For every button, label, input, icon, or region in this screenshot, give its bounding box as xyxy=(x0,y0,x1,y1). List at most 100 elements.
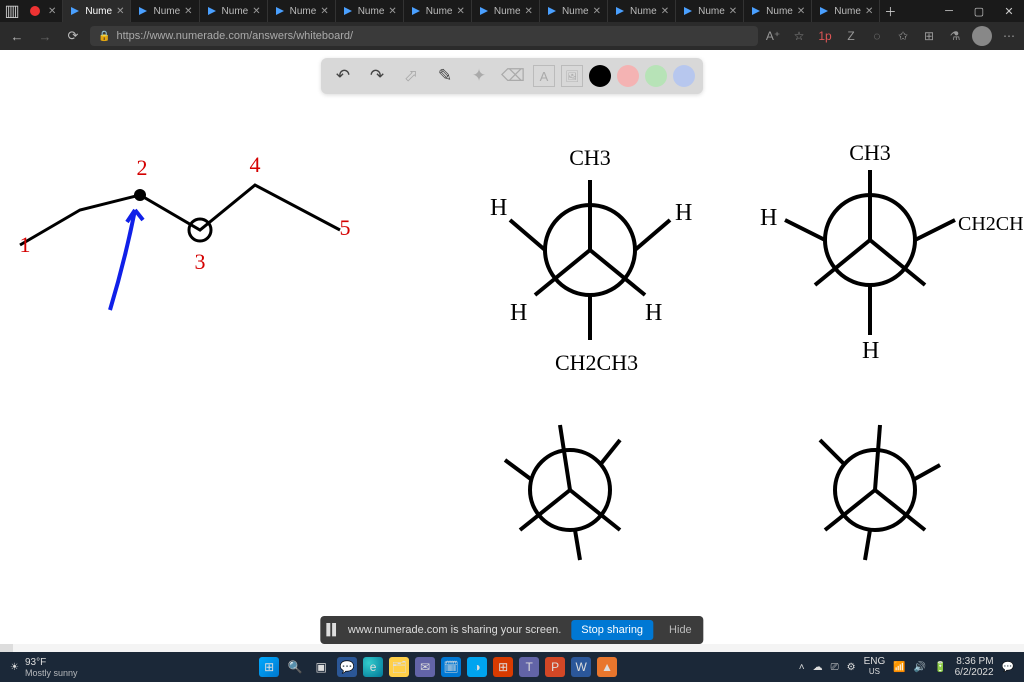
numerade-icon xyxy=(546,5,558,17)
app-icon[interactable]: 💬 xyxy=(337,657,357,677)
ext-icon[interactable]: Z xyxy=(842,27,860,45)
whiteboard-canvas[interactable]: ↶ ↷ ⬀ ✎ ✦ ⌫ A 🖼 xyxy=(0,50,1024,652)
tab-numerade[interactable]: Nume✕ xyxy=(676,0,744,22)
read-aloud-icon[interactable]: A⁺ xyxy=(764,27,782,45)
battery-icon[interactable]: 🔋 xyxy=(934,662,946,673)
scrollbar[interactable] xyxy=(0,644,1024,652)
search-button[interactable]: 🔍 xyxy=(285,657,305,677)
share-text: www.numerade.com is sharing your screen. xyxy=(348,624,561,636)
app-icon[interactable]: ▲ xyxy=(597,657,617,677)
close-icon[interactable]: ✕ xyxy=(320,6,328,17)
carbon-2-dot xyxy=(134,189,146,201)
minimize-button[interactable]: ─ xyxy=(934,0,964,22)
tab-numerade[interactable]: Nume✕ xyxy=(608,0,676,22)
close-icon[interactable]: ✕ xyxy=(48,6,56,17)
window-titlebar: ▥ ✕ Nume ✕ Nume✕ Nume✕ Nume✕ Nume✕ Nume✕… xyxy=(0,0,1024,22)
ext-icon[interactable]: ⚗ xyxy=(946,27,964,45)
tab-numerade[interactable]: Nume ✕ xyxy=(812,0,880,22)
numerade-icon xyxy=(818,5,830,17)
task-view-button[interactable]: ▣ xyxy=(311,657,331,677)
tab-numerade[interactable]: Nume✕ xyxy=(540,0,608,22)
tab-numerade-1[interactable]: Nume ✕ xyxy=(63,0,131,22)
ext-icon[interactable]: 1p xyxy=(816,27,834,45)
newman-projection-4 xyxy=(820,425,940,560)
app-icon[interactable]: ⊞ xyxy=(493,657,513,677)
numerade-icon xyxy=(342,5,354,17)
numerade-icon xyxy=(69,5,81,17)
forward-button[interactable]: → xyxy=(34,25,56,47)
app-icon[interactable]: 🗓 xyxy=(441,657,461,677)
edge-icon[interactable]: e xyxy=(363,657,383,677)
close-icon[interactable]: ✕ xyxy=(525,6,533,17)
collections-icon[interactable]: ⊞ xyxy=(920,27,938,45)
hide-share-bar-button[interactable]: Hide xyxy=(663,620,698,640)
file-explorer-icon[interactable]: 🗂 xyxy=(389,657,409,677)
tray-icon[interactable]: ⚙ xyxy=(847,662,856,673)
tab-label: Nume xyxy=(834,6,861,17)
back-button[interactable]: ← xyxy=(6,25,28,47)
powerpoint-icon[interactable]: P xyxy=(545,657,565,677)
close-icon[interactable]: ✕ xyxy=(116,6,124,17)
input-lang[interactable]: ENG xyxy=(864,657,886,667)
url-field[interactable]: 🔒 https://www.numerade.com/answers/white… xyxy=(90,26,758,46)
close-icon[interactable]: ✕ xyxy=(797,6,805,17)
tab-numerade[interactable]: Nume✕ xyxy=(472,0,540,22)
close-icon[interactable]: ✕ xyxy=(456,6,464,17)
refresh-button[interactable]: ⟳ xyxy=(62,25,84,47)
more-icon[interactable]: ⋯ xyxy=(1000,27,1018,45)
carbon-label-4: 4 xyxy=(250,152,261,178)
carbon-label-3: 3 xyxy=(195,249,206,275)
tab-actions-icon[interactable]: ▥ xyxy=(0,0,24,22)
weather-widget[interactable]: ☀ 93°F Mostly sunny xyxy=(0,657,88,678)
app-icon[interactable]: T xyxy=(519,657,539,677)
label-h: H xyxy=(645,300,662,326)
notifications-icon[interactable]: 💬 xyxy=(1002,662,1014,673)
tab-recording[interactable]: ✕ xyxy=(24,0,63,22)
tab-numerade[interactable]: Nume✕ xyxy=(336,0,404,22)
tab-numerade[interactable]: Nume✕ xyxy=(200,0,268,22)
close-icon[interactable]: ✕ xyxy=(252,6,260,17)
newman-projection-3 xyxy=(505,425,620,560)
tray-chevron-icon[interactable]: ˄ xyxy=(799,662,805,673)
tab-label: Nume xyxy=(222,6,249,17)
profile-icon[interactable] xyxy=(972,26,992,46)
wifi-icon[interactable]: 📶 xyxy=(893,662,905,673)
record-icon xyxy=(30,6,40,16)
carbon-label-5: 5 xyxy=(340,215,351,241)
maximize-button[interactable]: ▢ xyxy=(964,0,994,22)
close-icon[interactable]: ✕ xyxy=(184,6,192,17)
favorites-bar-icon[interactable]: ✩ xyxy=(894,27,912,45)
tab-numerade[interactable]: Nume✕ xyxy=(744,0,812,22)
tray-icon[interactable]: ⎚ xyxy=(831,662,839,673)
tab-numerade[interactable]: Nume✕ xyxy=(268,0,336,22)
close-icon[interactable]: ✕ xyxy=(593,6,601,17)
volume-icon[interactable]: 🔊 xyxy=(914,662,926,673)
extension-tray: A⁺ ☆ 1p Z ◌ ✩ ⊞ ⚗ ⋯ xyxy=(764,26,1018,46)
app-icon[interactable]: ◑ xyxy=(467,657,487,677)
stop-sharing-button[interactable]: Stop sharing xyxy=(571,620,653,640)
close-icon[interactable]: ✕ xyxy=(388,6,396,17)
onedrive-icon[interactable]: ☁ xyxy=(813,662,823,673)
start-button[interactable]: ⊞ xyxy=(259,657,279,677)
label-ch2ch3: CH2CH3 xyxy=(555,350,638,375)
screen-share-bar: ▌▌ www.numerade.com is sharing your scre… xyxy=(320,616,703,644)
close-icon[interactable]: ✕ xyxy=(865,6,873,17)
numerade-icon xyxy=(274,5,286,17)
ext-icon[interactable]: ◌ xyxy=(868,27,886,45)
close-icon[interactable]: ✕ xyxy=(661,6,669,17)
word-icon[interactable]: W xyxy=(571,657,591,677)
close-icon[interactable]: ✕ xyxy=(729,6,737,17)
clock[interactable]: 8:36 PM 6/2/2022 xyxy=(955,656,994,678)
lock-icon: 🔒 xyxy=(98,31,110,42)
numerade-icon xyxy=(750,5,762,17)
tab-numerade[interactable]: Nume✕ xyxy=(131,0,199,22)
tab-numerade[interactable]: Nume✕ xyxy=(404,0,472,22)
taskbar-center: ⊞ 🔍 ▣ 💬 e 🗂 ✉ 🗓 ◑ ⊞ T P W ▲ xyxy=(88,657,789,677)
pause-icon[interactable]: ▌▌ xyxy=(326,624,338,636)
favorite-icon[interactable]: ☆ xyxy=(790,27,808,45)
app-icon[interactable]: ✉ xyxy=(415,657,435,677)
new-tab-button[interactable]: ＋ xyxy=(880,0,900,22)
newman-projection-2: CH3 H CH2CH3 H xyxy=(760,140,1024,364)
close-window-button[interactable]: ✕ xyxy=(994,0,1024,22)
numerade-icon xyxy=(410,5,422,17)
